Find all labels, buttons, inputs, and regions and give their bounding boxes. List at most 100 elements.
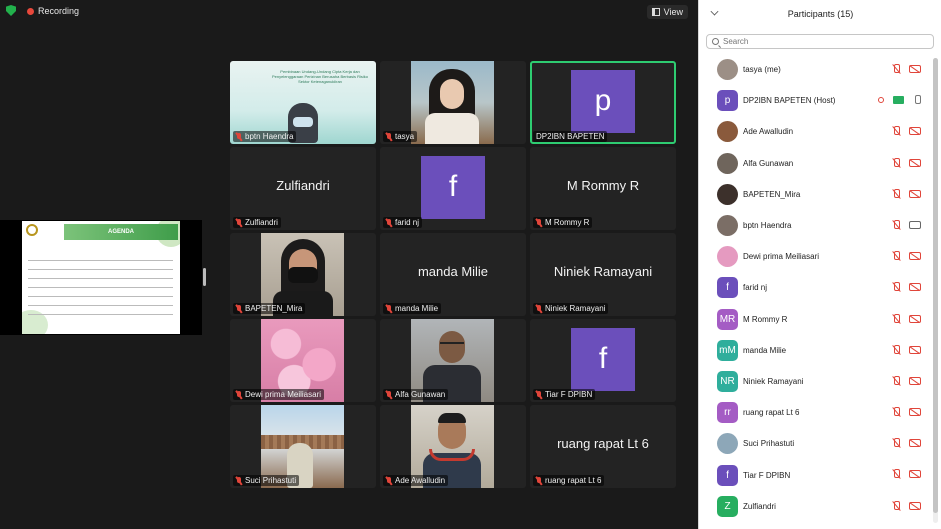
participant-status-icons [892, 500, 921, 511]
scrollbar-thumb[interactable] [933, 58, 938, 513]
mic-muted-icon[interactable] [892, 157, 900, 168]
view-button[interactable]: View [646, 5, 688, 19]
mic-muted-icon[interactable] [892, 407, 900, 417]
participant-name: tasya (me) [743, 65, 781, 75]
participant-row[interactable]: NR Niniek Ramayani [699, 366, 933, 397]
video-tile[interactable]: BAPETEN_Mira [230, 233, 376, 316]
participant-row[interactable]: mM manda Milie [699, 335, 933, 366]
video-off-icon[interactable] [909, 470, 921, 479]
search-icon [712, 38, 719, 45]
video-off-icon[interactable] [909, 158, 921, 167]
tile-name: Niniek Ramayani [545, 304, 606, 313]
participant-status-icons [892, 219, 921, 230]
video-tile[interactable]: Suci Prihastuti [230, 405, 376, 488]
video-off-icon[interactable] [909, 501, 921, 510]
participant-row[interactable]: bptn Haendra [699, 210, 933, 241]
mic-muted-icon[interactable] [892, 188, 900, 199]
video-tile[interactable]: M Rommy R M Rommy R [530, 147, 676, 230]
video-off-icon[interactable] [909, 189, 921, 198]
agenda-table [28, 251, 173, 315]
video-off-icon[interactable] [909, 408, 921, 417]
chevron-down-icon[interactable] [710, 7, 719, 16]
video-tile[interactable]: f farid nj [380, 147, 526, 230]
avatar: MR [717, 308, 738, 330]
mic-muted-icon[interactable] [892, 219, 900, 230]
shared-screen[interactable]: AGENDA [0, 220, 202, 335]
search-input[interactable] [723, 37, 913, 46]
video-tile[interactable]: manda Milie manda Milie [380, 233, 526, 316]
participant-row[interactable]: Suci Prihastuti [699, 428, 933, 459]
mic-muted-icon[interactable] [892, 344, 900, 355]
participant-row[interactable]: MR M Rommy R [699, 304, 933, 335]
video-tile[interactable]: ruang rapat Lt 6 ruang rapat Lt 6 [530, 405, 676, 488]
video-tile[interactable]: Alfa Gunawan [380, 319, 526, 402]
video-off-icon[interactable] [909, 65, 921, 73]
tile-name: BAPETEN_Mira [245, 304, 303, 313]
mic-muted-icon[interactable] [892, 282, 900, 292]
tile-name-label: Ade Awalludin [383, 475, 449, 486]
participant-status-icons [892, 375, 921, 386]
screen-share-icon [893, 96, 904, 105]
recording-indicator[interactable]: Recording [27, 6, 79, 16]
video-off-icon[interactable] [909, 283, 921, 292]
participant-row[interactable]: BAPETEN_Mira [699, 179, 933, 210]
mic-muted-icon[interactable] [892, 469, 900, 479]
tile-display-name: M Rommy R [566, 178, 640, 193]
participant-row[interactable]: Alfa Gunawan [699, 148, 933, 179]
video-feed-phones [429, 449, 475, 461]
avatar: f [717, 277, 738, 299]
participant-row[interactable]: tasya (me) [699, 54, 933, 85]
participant-row[interactable]: Ade Awalludin [699, 116, 933, 147]
tile-name-label: DP2IBN BAPETEN [533, 131, 608, 142]
participant-status-icons [892, 313, 921, 324]
participant-row[interactable]: Dewi prima Meiliasari [699, 241, 933, 272]
tile-name: Dewi prima Meiliasari [245, 390, 322, 399]
video-feed-mask [288, 267, 318, 283]
tile-avatar: f [571, 328, 635, 391]
mic-icon[interactable] [913, 95, 921, 105]
participant-name: Suci Prihastuti [743, 439, 795, 449]
mic-muted-icon[interactable] [892, 375, 900, 386]
mic-muted-icon [386, 390, 392, 399]
avatar [717, 59, 738, 81]
video-off-icon[interactable] [909, 127, 921, 136]
split-handle[interactable] [203, 268, 206, 286]
mic-muted-icon [386, 218, 392, 227]
mic-muted-icon[interactable] [892, 313, 900, 324]
avatar [717, 246, 738, 268]
video-tile[interactable]: Dewi prima Meiliasari [230, 319, 376, 402]
video-tile[interactable]: Niniek Ramayani Niniek Ramayani [530, 233, 676, 316]
video-tile[interactable]: Zulfiandri Zulfiandri [230, 147, 376, 230]
mic-muted-icon[interactable] [892, 64, 900, 74]
video-tile[interactable]: Ade Awalludin [380, 405, 526, 488]
security-shield[interactable] [6, 5, 16, 16]
view-label: View [663, 7, 683, 17]
mic-muted-icon[interactable] [892, 251, 900, 261]
video-off-icon[interactable] [909, 345, 921, 354]
video-off-icon[interactable] [909, 314, 921, 323]
participant-row[interactable]: Z Zulfiandri [699, 491, 933, 522]
search-box[interactable] [706, 34, 934, 49]
scrollbar[interactable] [933, 58, 938, 523]
participant-row[interactable]: f farid nj [699, 272, 933, 303]
participant-row[interactable]: p DP2IBN BAPETEN (Host) [699, 85, 933, 116]
video-icon[interactable] [909, 220, 921, 229]
tile-name-label: Alfa Gunawan [383, 389, 449, 400]
tile-display-name: ruang rapat Lt 6 [557, 436, 649, 451]
video-tile[interactable]: tasya [380, 61, 526, 144]
zoom-window: Recording View AGENDA Pembinaan Undang-U… [0, 0, 941, 529]
video-tile[interactable]: Pembinaan Undang-Undang Cipta Kerja dan … [230, 61, 376, 144]
participant-row[interactable]: f Tiar F DPIBN [699, 459, 933, 490]
video-off-icon[interactable] [909, 439, 921, 448]
video-tile[interactable]: p DP2IBN BAPETEN [530, 61, 676, 144]
mic-muted-icon[interactable] [892, 500, 900, 511]
mic-muted-icon[interactable] [892, 126, 900, 136]
video-off-icon[interactable] [909, 376, 921, 385]
participant-name: Dewi prima Meiliasari [743, 252, 820, 262]
video-tile[interactable]: f Tiar F DPIBN [530, 319, 676, 402]
participant-row[interactable]: rr ruang rapat Lt 6 [699, 397, 933, 428]
mic-muted-icon[interactable] [892, 438, 900, 448]
avatar: f [717, 464, 738, 486]
video-off-icon[interactable] [909, 252, 921, 261]
tile-name: Suci Prihastuti [245, 476, 297, 485]
